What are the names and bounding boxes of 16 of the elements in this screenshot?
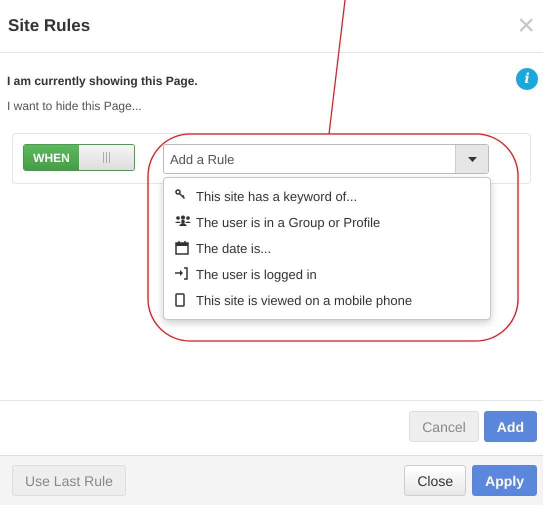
intro-heading: I am currently showing this Page. — [7, 74, 198, 88]
sign-in-icon — [175, 267, 191, 281]
menu-item[interactable]: The date is... — [196, 240, 272, 256]
menu-item[interactable]: This site has a keyword of... — [196, 188, 358, 204]
people-icon — [175, 215, 191, 229]
calendar-icon — [175, 241, 191, 255]
menu-item[interactable]: The user is in a Group or Profile — [196, 214, 380, 230]
rule-select[interactable]: Add a Rule — [163, 144, 489, 174]
action-button[interactable]: Apply — [472, 465, 537, 496]
intro-text: I want to hide this Page... — [7, 99, 143, 113]
action-button[interactable]: Close — [404, 465, 466, 496]
menu-item[interactable]: This site is viewed on a mobile phone — [196, 292, 412, 308]
menu-item[interactable]: The user is logged in — [196, 266, 317, 282]
action-button[interactable]: Add — [484, 411, 537, 442]
caret-icon — [468, 156, 476, 162]
dialog-title: Site Rules — [8, 16, 90, 36]
